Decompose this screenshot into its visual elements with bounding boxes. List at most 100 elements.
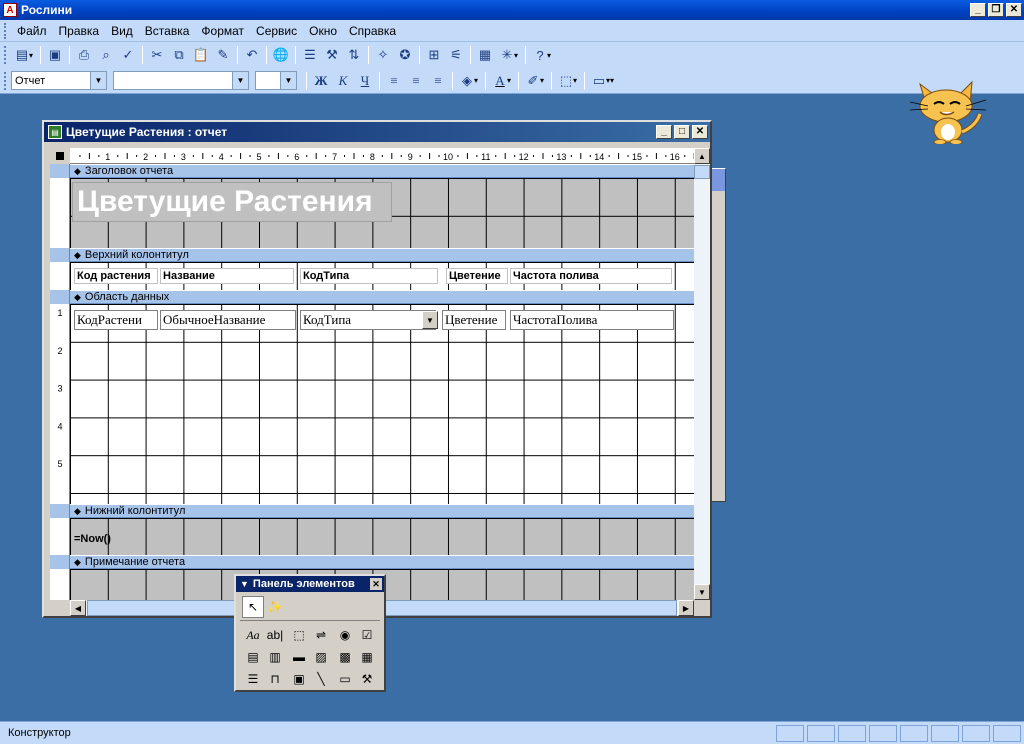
align-left-icon[interactable]: ≡ [383, 70, 405, 92]
menu-help[interactable]: Справка [343, 22, 402, 40]
report-close-button[interactable]: ✕ [692, 125, 708, 139]
header-label-watering[interactable]: Частота полива [510, 268, 672, 284]
paste-icon[interactable]: 📋 [190, 44, 212, 66]
scroll-left-icon[interactable]: ◀ [70, 600, 86, 616]
chevron-down-icon[interactable]: ▼ [232, 72, 248, 89]
option-button-icon[interactable]: ◉ [334, 624, 356, 646]
code-icon[interactable]: ✪ [394, 44, 416, 66]
copy-icon[interactable]: ⧉ [168, 44, 190, 66]
minimize-button[interactable]: _ [970, 3, 986, 17]
field-watering[interactable]: ЧастотаПолива [510, 310, 674, 330]
report-window-titlebar[interactable]: ▤ Цветущие Растения : отчет _ □ ✕ [44, 122, 710, 142]
vertical-scroll-thumb[interactable] [694, 165, 710, 179]
report-canvas[interactable]: ◆ Заголовок отчета Цветущие Растения ◆ В… [70, 164, 694, 600]
page-break-icon[interactable]: ☰ [242, 668, 264, 690]
toolbar-grip[interactable] [4, 46, 7, 64]
header-label-type-code[interactable]: КодТипа [300, 268, 438, 284]
page-footer-area[interactable]: =Now() [70, 518, 694, 555]
print-preview-icon[interactable]: ⌕ [95, 44, 117, 66]
unbound-object-frame-icon[interactable]: ▩ [334, 646, 356, 668]
save-icon[interactable]: ▣ [44, 44, 66, 66]
help-dropdown-icon[interactable]: ▾ [547, 51, 555, 60]
border-dropdown-icon[interactable]: ▾ [573, 76, 581, 85]
scroll-up-icon[interactable]: ▲ [694, 148, 710, 164]
type-code-dropdown-icon[interactable]: ▼ [422, 311, 438, 329]
italic-button[interactable]: К [332, 70, 354, 92]
menu-edit[interactable]: Правка [53, 22, 106, 40]
font-size-select[interactable]: ▼ [255, 71, 297, 90]
fill-color-dropdown-icon[interactable]: ▾ [474, 76, 482, 85]
toggle-button-icon[interactable]: ⇌ [310, 624, 332, 646]
toolbox-close-icon[interactable]: ✕ [370, 578, 382, 590]
line-tool-icon[interactable]: ╲ [310, 668, 332, 690]
tab-control-icon[interactable]: ⊓ [264, 668, 286, 690]
bound-object-frame-icon[interactable]: ▦ [356, 646, 378, 668]
menu-tools[interactable]: Сервис [250, 22, 303, 40]
control-wizards-icon[interactable]: ✨ [264, 596, 286, 618]
align-center-icon[interactable]: ≡ [405, 70, 427, 92]
vertical-scrollbar[interactable]: ▲ ▼ [694, 148, 710, 600]
section-detail[interactable]: ◆ Область данных [70, 290, 694, 304]
font-select[interactable]: ▼ [113, 71, 249, 90]
undo-icon[interactable]: ↶ [241, 44, 263, 66]
format-painter-icon[interactable]: ✎ [212, 44, 234, 66]
toolbox-menu-icon[interactable]: ▼ [240, 579, 249, 589]
line-color-dropdown-icon[interactable]: ▾ [540, 76, 548, 85]
database-window-icon[interactable]: ▦ [474, 44, 496, 66]
print-icon[interactable]: ⎙ [73, 44, 95, 66]
new-object-dropdown-icon[interactable]: ▾ [514, 51, 522, 60]
report-maximize-button[interactable]: □ [674, 125, 690, 139]
builder-icon[interactable]: ⚟ [445, 44, 467, 66]
sorting-grouping-icon[interactable]: ⇅ [343, 44, 365, 66]
access-key-icon[interactable]: A [3, 3, 17, 17]
subform-icon[interactable]: ▣ [288, 668, 310, 690]
field-list-icon[interactable]: ☰ [299, 44, 321, 66]
cut-icon[interactable]: ✂ [146, 44, 168, 66]
select-objects-icon[interactable]: ↖ [242, 596, 264, 618]
field-type-code[interactable]: КодТипа [300, 310, 436, 330]
restore-button[interactable]: ❐ [988, 3, 1004, 17]
menu-view[interactable]: Вид [105, 22, 139, 40]
chevron-down-icon[interactable]: ▼ [280, 72, 296, 89]
report-header-area[interactable]: Цветущие Растения [70, 178, 694, 248]
textbox-tool-icon[interactable]: ab| [264, 624, 286, 646]
toolbar-options-icon[interactable]: ▾ [610, 76, 618, 85]
menu-file[interactable]: Файл [11, 22, 53, 40]
combobox-tool-icon[interactable]: ▤ [242, 646, 264, 668]
rectangle-tool-icon[interactable]: ▭ [334, 668, 356, 690]
detail-area[interactable]: КодРастени ОбычноеНазвание КодТипа ▼ Цве… [70, 304, 694, 504]
field-plant-code[interactable]: КодРастени [74, 310, 158, 330]
horizontal-ruler[interactable]: 1 2 3 4 5 6 7 8 9 10 11 12 13 14 15 16 [70, 148, 694, 164]
section-report-footer[interactable]: ◆ Примечание отчета [70, 555, 694, 569]
toolbox-titlebar[interactable]: ▼ Панель элементов ✕ [236, 576, 384, 592]
more-controls-icon[interactable]: ⚒ [356, 668, 378, 690]
report-minimize-button[interactable]: _ [656, 125, 672, 139]
listbox-tool-icon[interactable]: ▥ [264, 646, 286, 668]
field-flowering[interactable]: Цветение [442, 310, 506, 330]
view-dropdown-icon[interactable]: ▾ [29, 51, 37, 60]
select-report-button[interactable] [50, 148, 70, 164]
object-select[interactable]: Отчет ▼ [11, 71, 107, 90]
footer-date-expression[interactable]: =Now() [72, 531, 666, 547]
menu-window[interactable]: Окно [303, 22, 343, 40]
vertical-ruler[interactable]: 1 2 3 4 5 [50, 164, 70, 600]
properties-icon[interactable]: ⊞ [423, 44, 445, 66]
toolbox-icon[interactable]: ⚒ [321, 44, 343, 66]
report-title-label[interactable]: Цветущие Растения [72, 182, 392, 222]
section-page-footer[interactable]: ◆ Нижний колонтитул [70, 504, 694, 518]
close-button[interactable]: ✕ [1006, 3, 1022, 17]
align-right-icon[interactable]: ≡ [427, 70, 449, 92]
section-page-header[interactable]: ◆ Верхний колонтитул [70, 248, 694, 262]
font-color-dropdown-icon[interactable]: ▾ [507, 76, 515, 85]
label-tool-icon[interactable]: Aa [242, 624, 264, 646]
section-report-header[interactable]: ◆ Заголовок отчета [70, 164, 694, 178]
checkbox-tool-icon[interactable]: ☑ [356, 624, 378, 646]
toolbar-grip-2[interactable] [4, 71, 7, 90]
chevron-down-icon[interactable]: ▼ [90, 72, 106, 89]
command-button-icon[interactable]: ▬ [288, 646, 310, 668]
menubar-grip[interactable] [4, 22, 7, 39]
spelling-icon[interactable]: ✓ [117, 44, 139, 66]
header-label-plant-code[interactable]: Код растения [74, 268, 158, 284]
page-header-area[interactable]: Код растения Название КодТипа Цветение Ч… [70, 262, 694, 290]
autoformat-icon[interactable]: ✧ [372, 44, 394, 66]
